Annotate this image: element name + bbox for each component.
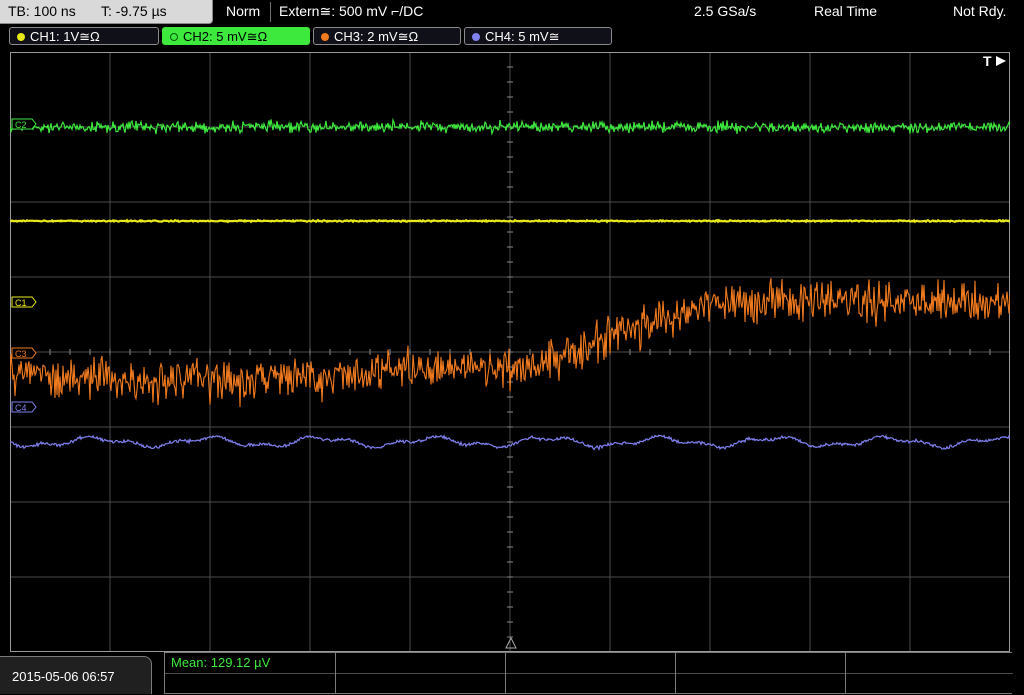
ch3-offset-marker[interactable]: C3 [11,347,37,359]
measurement-mean: Mean: 129.12 µV [171,655,271,670]
ch3-dot-icon [321,33,329,41]
ch3-marker-label: C3 [15,349,27,359]
measurement-row-divider [165,673,1013,674]
trigger-mode[interactable]: Norm [226,3,260,19]
ch1-label: CH1: 1V≅Ω [30,29,100,44]
ch1-dot-icon [17,33,25,41]
timebase-box[interactable]: TB: 100 ns T: -9.75 µs [0,0,213,24]
status-bar: TB: 100 ns T: -9.75 µs Norm Extern≅: 500… [0,0,1024,25]
ch4-marker-label: C4 [15,403,27,413]
ch1-marker-label: C1 [15,298,27,308]
datetime-label: 2015-05-06 06:57 [12,669,115,684]
ch2-offset-marker[interactable]: C2 [11,118,37,130]
measurement-col-divider [335,653,336,694]
ch4-dot-icon [472,33,480,41]
acquisition-mode: Real Time [814,3,878,19]
measurement-col-divider [845,653,846,694]
ch1-offset-marker[interactable]: C1 [11,296,37,308]
waveform-display[interactable]: T C2 C1 C3 C4 [10,52,1010,652]
acquisition-status: Not Rdy. [953,3,1007,19]
ch4-label: CH4: 5 mV≅ [485,29,560,44]
ch4-offset-marker[interactable]: C4 [11,401,37,413]
trigger-arrow-icon [996,56,1006,66]
datetime-tab[interactable]: 2015-05-06 06:57 [0,656,152,694]
measurement-panel[interactable]: Mean: 129.12 µV [164,652,1013,694]
ch3-label: CH3: 2 mV≅Ω [334,29,419,44]
trigger-source[interactable]: Extern≅: 500 mV ⌐/DC [279,3,423,20]
ch2-label: CH2: 5 mV≅Ω [183,29,268,44]
channel-ch4-button[interactable]: CH4: 5 mV≅ [464,27,612,45]
measurement-col-divider [675,653,676,694]
sample-rate: 2.5 GSa/s [694,3,757,19]
channel-ch1-button[interactable]: CH1: 1V≅Ω [9,27,159,45]
channel-bar: CH1: 1V≅Ω CH2: 5 mV≅Ω CH3: 2 mV≅Ω CH4: 5… [0,26,1024,48]
measurement-col-divider [505,653,506,694]
trigger-marker-label: T [983,53,992,69]
ch2-marker-label: C2 [15,120,27,130]
timebase-value: TB: 100 ns [8,3,76,19]
separator [270,2,271,22]
channel-ch2-button[interactable]: CH2: 5 mV≅Ω [162,27,310,45]
trigger-time-marker-icon [505,636,517,649]
ch2-dot-icon [170,33,178,41]
trigger-time-value: T: -9.75 µs [101,3,167,19]
marker-layer: T C2 C1 C3 C4 [11,53,1006,649]
channel-ch3-button[interactable]: CH3: 2 mV≅Ω [313,27,461,45]
